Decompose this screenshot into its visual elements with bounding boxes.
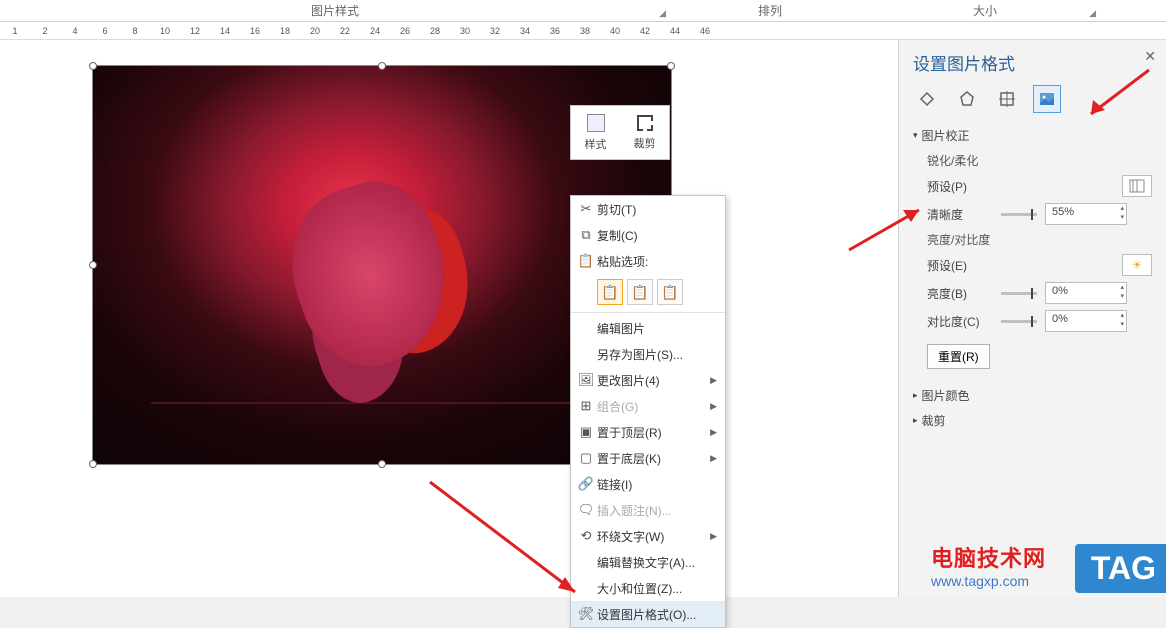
chevron-down-icon: ▾ [913,130,918,141]
menu-cut[interactable]: ✂剪切(T) [571,196,725,222]
resize-handle[interactable] [89,261,97,269]
label-preset-e: 预设(E) [927,257,993,274]
chevron-right-icon: ▶ [710,375,717,386]
watermark-tag: TAG [1075,544,1166,593]
crop-icon [637,115,653,131]
crop-button[interactable]: 裁剪 [620,106,669,159]
mini-toolbar: 样式 裁剪 [570,105,670,160]
menu-insert-caption: 🗨插入题注(N)... [571,497,725,523]
reset-button[interactable]: 重置(R) [927,344,990,369]
menu-format-picture[interactable]: 🛠设置图片格式(O)... [571,601,725,627]
paste-option-2[interactable]: 📋 [627,279,653,305]
chevron-right-icon: ▸ [913,415,918,426]
picture-tab-icon[interactable] [1033,85,1061,113]
dialog-launcher-icon[interactable]: ◢ [659,8,666,19]
copy-icon: ⧉ [575,227,597,243]
close-panel-button[interactable]: ✕ [1144,48,1156,65]
label-contrast: 对比度(C) [927,313,993,330]
paste-option-3[interactable]: 📋 [657,279,683,305]
label-preset-p: 预设(P) [927,178,993,195]
preset-brightness-button[interactable]: ☀ [1122,254,1152,276]
clarity-slider[interactable] [1001,213,1037,216]
paste-option-1[interactable]: 📋 [597,279,623,305]
menu-size-position[interactable]: 大小和位置(Z)... [571,575,725,601]
dialog-launcher-icon[interactable]: ◢ [1089,8,1096,19]
caption-icon: 🗨 [575,502,597,518]
section-crop[interactable]: ▸裁剪 [913,412,1152,429]
ribbon-group-picture-style: 图片样式◢ [0,0,670,21]
contrast-slider[interactable] [1001,320,1037,323]
section-picture-correct[interactable]: ▾图片校正 [913,127,1152,144]
label-brightness-contrast: 亮度/对比度 [927,231,1152,248]
effects-tab-icon[interactable] [953,85,981,113]
label-sharpen-soften: 锐化/柔化 [927,152,1152,169]
panel-title: 设置图片格式 [913,50,1152,75]
menu-bring-front[interactable]: ▣置于顶层(R)▶ [571,419,725,445]
size-tab-icon[interactable] [993,85,1021,113]
brightness-spinner[interactable]: 0% [1045,282,1127,304]
label-brightness: 亮度(B) [927,285,993,302]
menu-copy[interactable]: ⧉复制(C) [571,222,725,248]
clipboard-icon: 📋 [575,253,597,269]
menu-edit-alt-text[interactable]: 编辑替换文字(A)... [571,549,725,575]
resize-handle[interactable] [89,62,97,70]
format-pic-icon: 🛠 [575,606,597,622]
menu-edit-picture[interactable]: 编辑图片 [571,315,725,341]
menu-wrap-text[interactable]: ⟲环绕文字(W)▶ [571,523,725,549]
menu-change-picture[interactable]: 🖼更改图片(4)▶ [571,367,725,393]
document-canvas[interactable]: 样式 裁剪 ✂剪切(T) ⧉复制(C) 📋粘贴选项: 📋 📋 📋 编辑图片 另存… [0,40,898,597]
scissors-icon: ✂ [575,201,597,217]
label-clarity: 清晰度 [927,206,993,223]
menu-link[interactable]: 🔗链接(I) [571,471,725,497]
send-back-icon: ▢ [575,450,597,466]
change-pic-icon: 🖼 [575,372,597,388]
resize-handle[interactable] [667,62,675,70]
brightness-slider[interactable] [1001,292,1037,295]
horizontal-ruler: 12 46 810 1214 1618 2022 2426 2830 3234 … [0,22,1166,40]
group-icon: ⊞ [575,398,597,414]
wrap-icon: ⟲ [575,528,597,544]
menu-group: ⊞组合(G)▶ [571,393,725,419]
resize-handle[interactable] [378,460,386,468]
contrast-spinner[interactable]: 0% [1045,310,1127,332]
context-menu: ✂剪切(T) ⧉复制(C) 📋粘贴选项: 📋 📋 📋 编辑图片 另存为图片(S)… [570,195,726,628]
sun-icon: ☀ [1132,258,1143,272]
preset-sharpen-button[interactable] [1122,175,1152,197]
ribbon-group-size: 大小◢ [870,0,1100,21]
menu-save-as-picture[interactable]: 另存为图片(S)... [571,341,725,367]
fill-tab-icon[interactable] [913,85,941,113]
section-picture-color[interactable]: ▸图片颜色 [913,387,1152,404]
format-picture-panel: ✕ 设置图片格式 ▾图片校正 锐化/柔化 预设(P) 清晰度 55% 亮度/对比… [898,40,1166,597]
style-button[interactable]: 样式 [571,106,620,159]
style-icon [587,114,605,132]
link-icon: 🔗 [575,476,597,492]
chevron-right-icon: ▸ [913,390,918,401]
menu-send-back[interactable]: ▢置于底层(K)▶ [571,445,725,471]
resize-handle[interactable] [378,62,386,70]
resize-handle[interactable] [89,460,97,468]
bring-front-icon: ▣ [575,424,597,440]
watermark: 电脑技术网 www.tagxp.com [931,541,1046,589]
clarity-spinner[interactable]: 55% [1045,203,1127,225]
ribbon-group-arrange: 排列 [670,0,870,21]
menu-paste-options-label: 📋粘贴选项: [571,248,725,274]
